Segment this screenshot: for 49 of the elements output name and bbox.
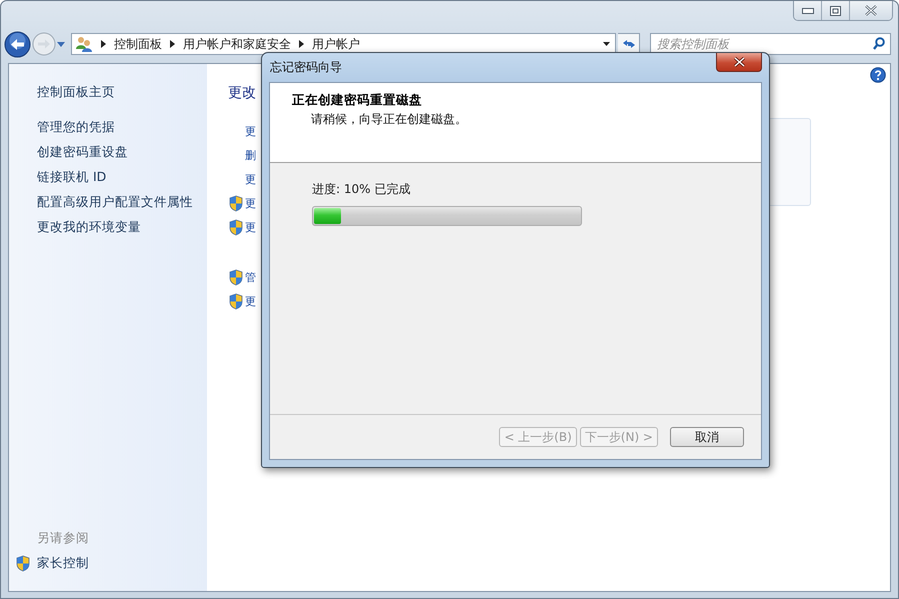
cancel-button[interactable]: 取消 [670,427,744,447]
maximize-button[interactable] [821,1,849,20]
breadcrumb-item[interactable]: 控制面板 [114,36,162,52]
breadcrumb-arrow-icon[interactable] [101,40,106,48]
shield-icon [228,218,244,236]
task-link[interactable]: 更 [245,172,256,186]
wizard-heading: 正在创建密码重置磁盘 [292,92,423,109]
close-icon[interactable] [864,5,878,16]
shield-icon [228,268,244,286]
sidebar-link[interactable]: 配置高级用户配置文件属性 [37,189,207,214]
address-bar[interactable]: 控制面板 用户帐户和家庭安全 用户帐户 [71,33,616,55]
breadcrumb-item[interactable]: 用户帐户和家庭安全 [183,36,291,52]
back-button[interactable] [4,30,31,58]
shield-icon [228,194,244,212]
task-link[interactable]: 更 [245,196,256,210]
task-link[interactable]: 更 [245,124,256,138]
close-button[interactable] [716,53,762,72]
dropdown-icon[interactable] [603,42,610,46]
history-dropdown-icon[interactable] [57,42,65,46]
minimize-button[interactable] [794,1,821,20]
see-also-link[interactable]: 家长控制 [37,553,89,573]
shield-icon [15,554,31,572]
breadcrumb-arrow-icon[interactable] [170,40,175,48]
task-link[interactable]: 更 [245,294,256,308]
sidebar-link[interactable]: 控制面板主页 [37,79,207,104]
dialog-title: 忘记密码向导 [269,59,342,76]
breadcrumb-arrow-icon[interactable] [299,40,304,48]
task-link[interactable]: 更 [245,220,256,234]
refresh-icon[interactable] [622,38,636,50]
maximize-icon[interactable] [830,6,841,16]
shield-icon [228,292,244,310]
help-icon[interactable] [870,67,886,83]
users-icon [76,36,93,52]
breadcrumb-item[interactable]: 用户帐户 [312,36,360,52]
see-also-heading: 另请参阅 [37,530,90,547]
task-link[interactable]: 删 [245,148,256,162]
close-icon[interactable] [732,57,746,67]
sidebar-link[interactable]: 链接联机 ID [37,164,207,189]
sidebar-link[interactable]: 更改我的环境变量 [37,214,207,239]
close-button[interactable] [849,1,892,20]
search-field[interactable]: 搜索控制面板 [650,33,891,55]
wizard-subtitle: 请稍候，向导正在创建磁盘。 [311,111,468,128]
search-icon[interactable] [873,37,885,50]
sidebar-link[interactable]: 创建密码重设盘 [37,139,207,164]
task-link[interactable]: 管 [245,270,256,284]
minimize-icon[interactable] [802,8,814,14]
sidebar-link[interactable]: 管理您的凭据 [37,114,207,139]
page-heading: 更改 [228,84,256,102]
progress-label: 进度: 10% 已完成 [312,181,412,198]
